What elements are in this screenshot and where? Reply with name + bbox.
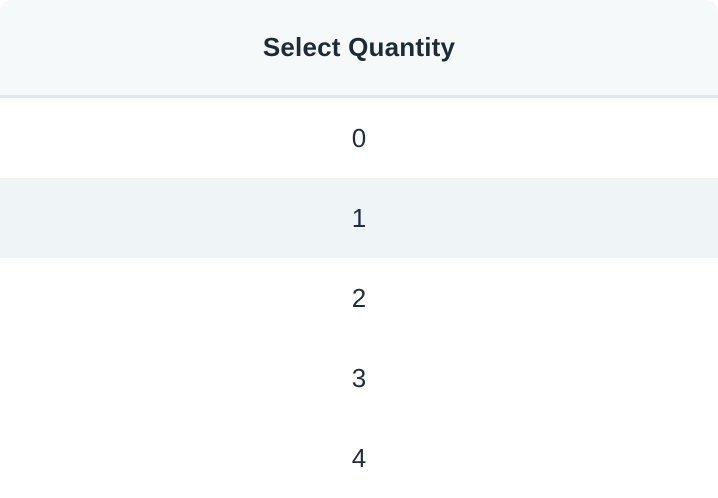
quantity-option-3[interactable]: 3	[0, 338, 718, 418]
quantity-option-label: 4	[351, 442, 367, 473]
quantity-option-list: 0 1 2 3 4	[0, 98, 718, 498]
quantity-option-4[interactable]: 4	[0, 418, 718, 498]
quantity-picker: Select Quantity 0 1 2 3 4	[0, 0, 718, 498]
quantity-option-label: 1	[351, 202, 367, 233]
quantity-option-0[interactable]: 0	[0, 98, 718, 178]
quantity-option-label: 2	[351, 282, 367, 313]
picker-title: Select Quantity	[262, 32, 456, 62]
quantity-option-label: 0	[351, 122, 367, 153]
picker-header: Select Quantity	[0, 0, 718, 98]
quantity-option-1[interactable]: 1	[0, 178, 718, 258]
quantity-option-2[interactable]: 2	[0, 258, 718, 338]
quantity-option-label: 3	[351, 362, 367, 393]
